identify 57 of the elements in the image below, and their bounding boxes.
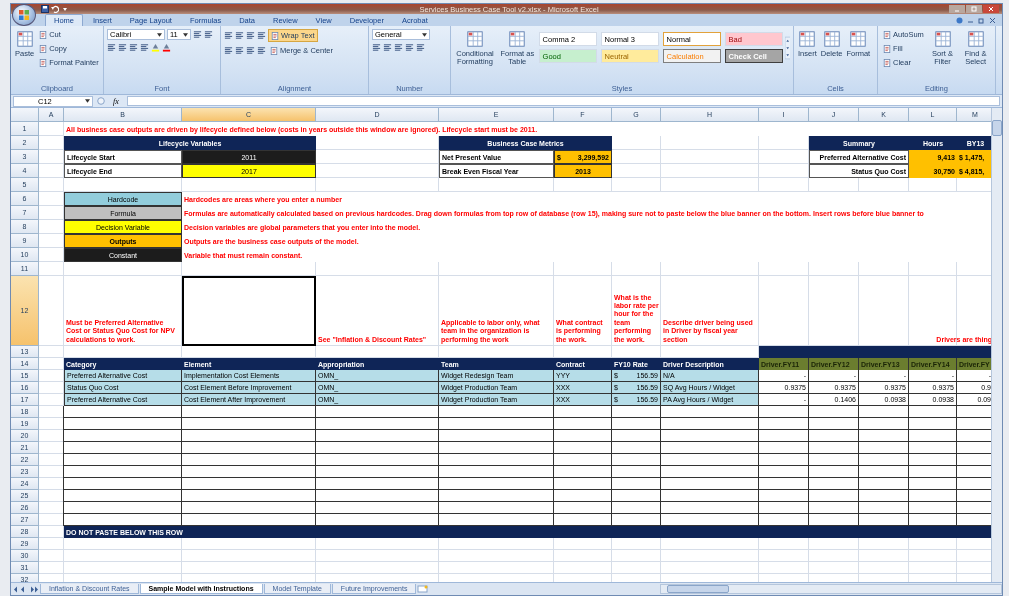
maximize-icon [971, 6, 977, 12]
align-icon[interactable] [204, 30, 213, 39]
page-icon [883, 30, 891, 39]
page-icon [39, 30, 48, 39]
page-icon [883, 58, 891, 67]
sheet-navigation-icon[interactable] [13, 585, 39, 593]
logo-icon [18, 9, 30, 21]
align-icon[interactable] [372, 43, 381, 52]
restore-icon[interactable] [978, 16, 985, 24]
align-icon[interactable] [235, 31, 244, 40]
page-icon [39, 44, 48, 53]
align-icon[interactable] [405, 43, 414, 52]
align-icon[interactable] [246, 31, 255, 40]
align-icon[interactable] [257, 46, 266, 55]
align-icon[interactable] [246, 46, 255, 55]
sheet-icon [849, 30, 868, 48]
color-icon[interactable] [162, 43, 171, 52]
align-icon[interactable] [224, 31, 233, 40]
sheet-icon [822, 30, 841, 48]
align-icon[interactable] [383, 43, 392, 52]
align-icon[interactable] [224, 46, 233, 55]
caret-icon [85, 99, 90, 103]
align-icon[interactable] [193, 30, 202, 39]
page-icon [883, 44, 891, 53]
caret-icon [183, 32, 188, 37]
align-icon[interactable] [129, 43, 138, 52]
caret-icon [157, 32, 162, 37]
horizontal-scrollbar[interactable] [660, 584, 1002, 594]
align-icon[interactable] [394, 43, 403, 52]
undo-icon[interactable] [51, 5, 59, 13]
circle-icon [97, 97, 105, 105]
close-icon[interactable] [989, 16, 996, 24]
function-label[interactable]: fx [109, 96, 123, 106]
sheet-icon [466, 30, 484, 48]
help-icon[interactable] [956, 16, 963, 24]
color-icon[interactable] [151, 43, 160, 52]
align-icon[interactable] [118, 43, 127, 52]
caret-icon [422, 32, 427, 37]
page-icon [39, 58, 48, 67]
formula-field[interactable] [126, 96, 1000, 106]
align-icon[interactable] [107, 43, 116, 52]
sheet-icon [933, 30, 952, 48]
align-icon[interactable] [140, 43, 149, 52]
sheet-icon [798, 30, 817, 48]
align-icon[interactable] [235, 46, 244, 55]
save-icon[interactable] [41, 5, 49, 13]
selected-cell[interactable] [182, 276, 316, 346]
sheet-icon [15, 30, 34, 48]
align-icon[interactable] [257, 31, 266, 40]
sheet-icon [508, 30, 527, 48]
page-icon [270, 46, 278, 55]
close-button[interactable] [983, 5, 999, 13]
align-icon[interactable] [416, 43, 425, 52]
page-icon [271, 31, 279, 40]
sheet-icon [966, 30, 985, 48]
vertical-scrollbar[interactable] [991, 108, 1002, 582]
close-icon [988, 6, 994, 12]
